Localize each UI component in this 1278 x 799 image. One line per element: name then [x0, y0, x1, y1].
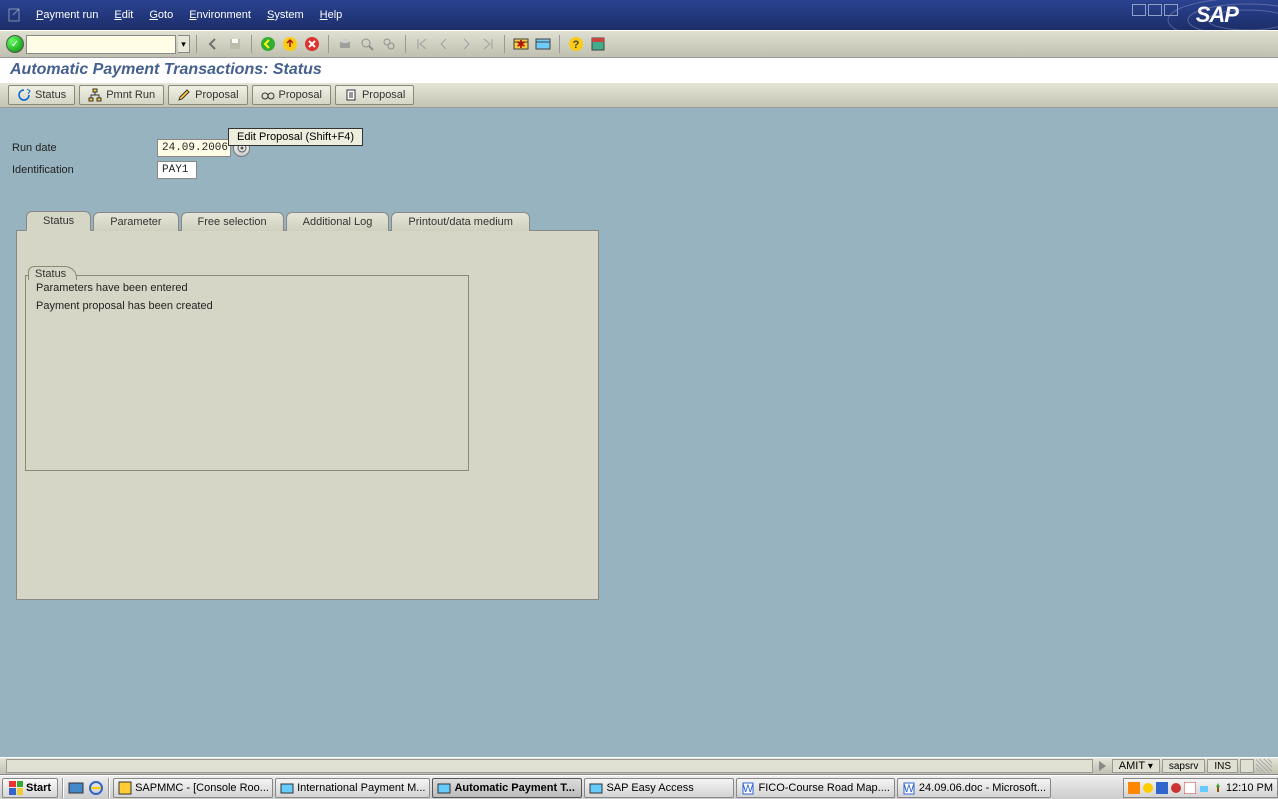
status-group-label: Status — [28, 266, 77, 280]
windows-taskbar: Start SAPMMC - [Console Roo... Internati… — [0, 775, 1278, 799]
ripple-decor — [1158, 0, 1278, 30]
prev-page-icon[interactable] — [434, 34, 454, 54]
pencil-icon — [177, 88, 191, 102]
create-session-icon[interactable]: ✱ — [511, 34, 531, 54]
status-bar: AMIT ▾ sapsrv INS — [0, 757, 1278, 775]
svg-text:W: W — [743, 783, 754, 795]
proposal-edit-button[interactable]: Proposal — [168, 85, 247, 105]
proposal-print-label: Proposal — [362, 89, 405, 101]
help-icon[interactable]: ? — [566, 34, 586, 54]
start-button[interactable]: Start — [2, 778, 58, 798]
command-field[interactable] — [26, 35, 176, 54]
tray-icon[interactable] — [1212, 782, 1224, 794]
status-button-label: Status — [35, 89, 66, 101]
last-page-icon[interactable] — [478, 34, 498, 54]
menu-system[interactable]: System — [267, 9, 304, 21]
tray-icon[interactable] — [1184, 782, 1196, 794]
taskbar-item-active[interactable]: Automatic Payment T... — [432, 778, 582, 798]
refresh-icon — [17, 88, 31, 102]
status-expand-icon[interactable] — [1099, 761, 1106, 771]
print-icon[interactable] — [335, 34, 355, 54]
proposal-display-button[interactable]: Proposal — [252, 85, 331, 105]
tray-icon[interactable] — [1128, 782, 1140, 794]
proposal-display-label: Proposal — [279, 89, 322, 101]
proposal-print-button[interactable]: Proposal — [335, 85, 414, 105]
command-dropdown[interactable]: ▾ — [178, 35, 190, 53]
run-date-field[interactable]: 24.09.2006 — [157, 139, 231, 157]
exit-icon[interactable] — [280, 34, 300, 54]
pmnt-run-button-label: Pmnt Run — [106, 89, 155, 101]
taskbar-item[interactable]: W24.09.06.doc - Microsoft... — [897, 778, 1051, 798]
status-group-box: Status Parameters have been entered Paym… — [25, 275, 469, 471]
pmnt-run-button[interactable]: Pmnt Run — [79, 85, 164, 105]
status-host: sapsrv — [1162, 759, 1205, 773]
page-title: Automatic Payment Transactions: Status — [10, 61, 322, 79]
save-icon[interactable] — [225, 34, 245, 54]
windows-flag-icon — [9, 781, 23, 795]
status-button[interactable]: Status — [8, 85, 75, 105]
tab-panel: Status Parameters have been entered Paym… — [16, 230, 599, 600]
taskbar-item[interactable]: WFICO-Course Road Map.... — [736, 778, 894, 798]
status-line: Parameters have been entered — [36, 282, 458, 294]
taskbar-item[interactable]: International Payment M... — [275, 778, 430, 798]
sheet-icon — [344, 88, 358, 102]
first-page-icon[interactable] — [412, 34, 432, 54]
taskbar-item[interactable]: SAPMMC - [Console Roo... — [113, 778, 273, 798]
status-mode: INS — [1207, 759, 1238, 773]
tab-strip: Status Parameter Free selection Addition… — [26, 210, 1266, 230]
tray-icon[interactable] — [1142, 782, 1154, 794]
menu-edit[interactable]: Edit — [114, 9, 133, 21]
menu-payment-run[interactable]: Payment run — [36, 9, 98, 21]
svg-text:✱: ✱ — [516, 39, 525, 51]
tab-printout-data-medium[interactable]: Printout/data medium — [391, 212, 530, 231]
form-area: Run date 24.09.2006 Identification PAY1 … — [0, 108, 1278, 610]
identification-field[interactable]: PAY1 — [157, 161, 197, 179]
tray-icon[interactable] — [1170, 782, 1182, 794]
menu-bar: Payment run Edit Goto Environment System… — [0, 0, 1278, 30]
ie-icon[interactable] — [88, 780, 104, 796]
proposal-edit-label: Proposal — [195, 89, 238, 101]
tray-icon[interactable] — [1198, 782, 1210, 794]
back-icon[interactable] — [203, 34, 223, 54]
run-date-label: Run date — [12, 142, 157, 154]
tray-icon[interactable] — [1156, 782, 1168, 794]
next-page-icon[interactable] — [456, 34, 476, 54]
tab-additional-log[interactable]: Additional Log — [286, 212, 390, 231]
minimize-icon[interactable] — [1132, 4, 1146, 16]
menu-help[interactable]: Help — [320, 9, 343, 21]
tray-clock: 12:10 PM — [1226, 782, 1273, 794]
svg-text:?: ? — [573, 39, 580, 51]
cancel-icon[interactable] — [302, 34, 322, 54]
enter-button[interactable]: ✓ — [6, 35, 24, 53]
back-green-icon[interactable] — [258, 34, 278, 54]
svg-text:W: W — [904, 783, 915, 795]
generate-shortcut-icon[interactable] — [533, 34, 553, 54]
system-tray[interactable]: 12:10 PM — [1123, 778, 1278, 798]
session-icon — [8, 8, 22, 22]
application-toolbar: Status Pmnt Run Proposal Proposal Propos… — [0, 82, 1278, 108]
find-icon[interactable] — [357, 34, 377, 54]
menu-goto[interactable]: Goto — [149, 9, 173, 21]
status-line: Payment proposal has been created — [36, 300, 458, 312]
find-next-icon[interactable] — [379, 34, 399, 54]
title-bar: Automatic Payment Transactions: Status — [0, 58, 1278, 82]
standard-toolbar: ✓ ▾ ✱ ? — [0, 30, 1278, 58]
tab-parameter[interactable]: Parameter — [93, 212, 178, 231]
menu-environment[interactable]: Environment — [189, 9, 251, 21]
tooltip: Edit Proposal (Shift+F4) — [228, 128, 363, 146]
tab-free-selection[interactable]: Free selection — [181, 212, 284, 231]
tab-status[interactable]: Status — [26, 211, 91, 231]
status-user: AMIT ▾ — [1112, 759, 1160, 773]
identification-label: Identification — [12, 164, 157, 176]
taskbar-item[interactable]: SAP Easy Access — [584, 778, 734, 798]
hierarchy-icon — [88, 88, 102, 102]
resize-grip[interactable] — [1256, 759, 1272, 773]
glasses-icon — [261, 88, 275, 102]
show-desktop-icon[interactable] — [68, 780, 84, 796]
customize-layout-icon[interactable] — [588, 34, 608, 54]
